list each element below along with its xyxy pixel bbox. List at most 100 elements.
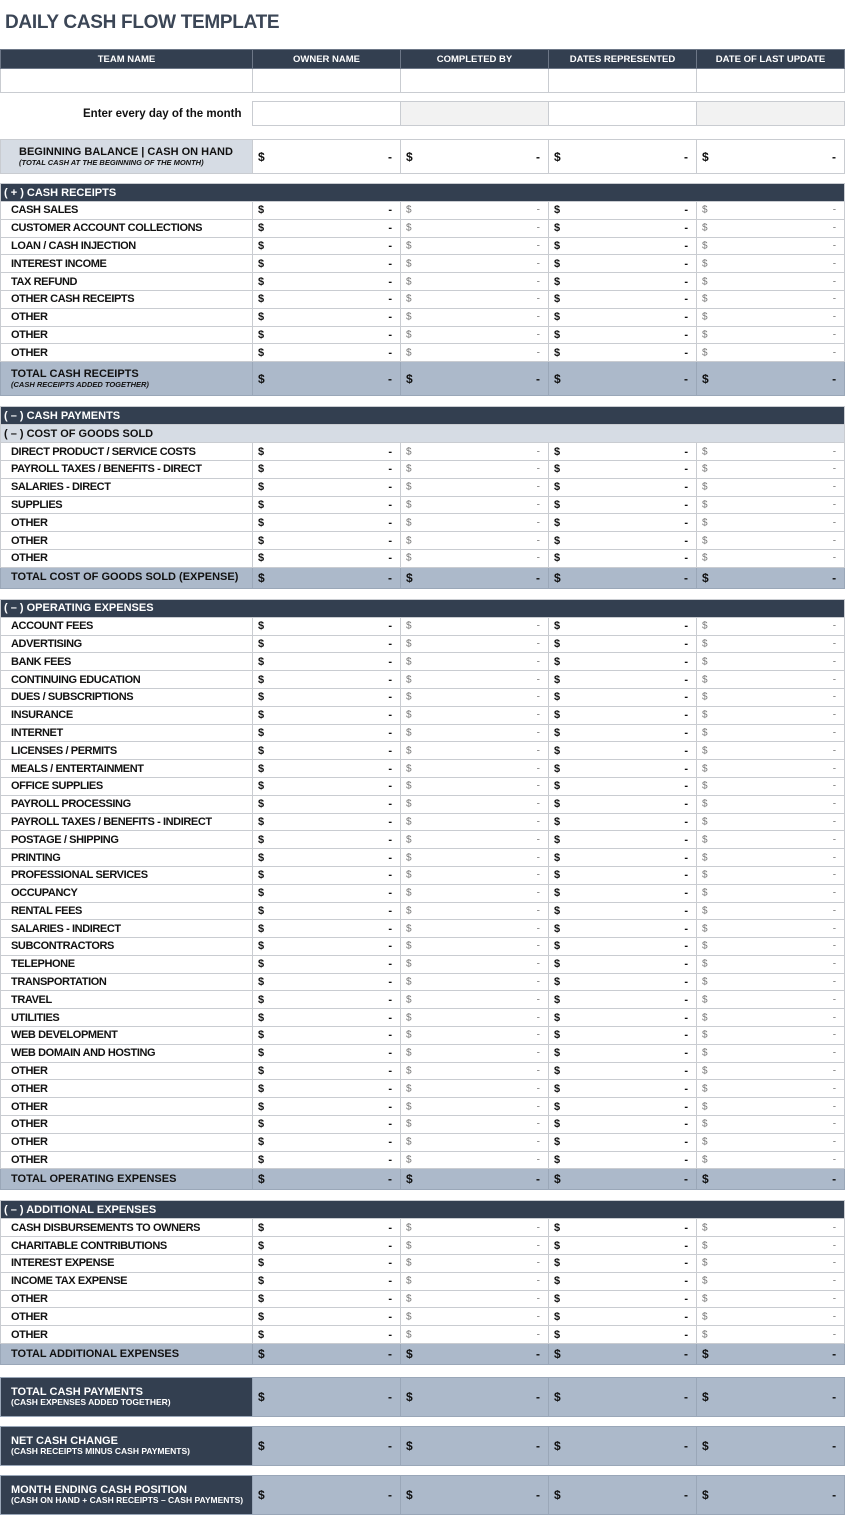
amount-cell[interactable]: $ -	[548, 566, 697, 589]
amount-cell[interactable]: $ -	[252, 1307, 401, 1327]
amount-cell[interactable]: $ -	[548, 361, 697, 397]
amount-cell[interactable]: $ -	[400, 1115, 549, 1134]
amount-cell[interactable]: $ -	[252, 759, 401, 778]
amount-cell[interactable]: $ -	[252, 325, 401, 345]
amount-cell[interactable]: $ -	[252, 794, 401, 814]
amount-cell[interactable]: $ -	[400, 325, 549, 345]
amount-cell[interactable]: $ -	[548, 616, 697, 636]
amount-cell[interactable]: $ -	[252, 723, 401, 743]
amount-cell[interactable]: $ -	[548, 1426, 697, 1467]
amount-cell[interactable]: $ -	[400, 254, 549, 274]
amount-cell[interactable]: $ -	[252, 1097, 401, 1117]
amount-cell[interactable]: $ -	[252, 1426, 401, 1467]
amount-cell[interactable]: $ -	[695, 218, 845, 238]
amount-cell[interactable]: $ -	[695, 901, 845, 921]
amount-cell[interactable]: $ -	[400, 990, 549, 1010]
amount-cell[interactable]: $ -	[252, 513, 401, 533]
amount-cell[interactable]: $ -	[400, 343, 549, 363]
amount-cell[interactable]: $ -	[548, 1218, 697, 1238]
amount-cell[interactable]: $ -	[400, 848, 549, 867]
amount-cell[interactable]: $ -	[695, 548, 845, 568]
amount-cell[interactable]: $ -	[400, 477, 549, 497]
amount-cell[interactable]: $ -	[548, 901, 697, 921]
amount-cell[interactable]: $ -	[695, 1097, 845, 1117]
amount-cell[interactable]: $ -	[400, 236, 549, 256]
amount-cell[interactable]: $ -	[695, 325, 845, 345]
amount-cell[interactable]: $ -	[400, 548, 549, 568]
amount-cell[interactable]: $ -	[400, 634, 549, 654]
amount-cell[interactable]: $ -	[400, 1475, 549, 1516]
amount-cell[interactable]: $ -	[548, 848, 697, 867]
amount-cell[interactable]: $ -	[695, 1377, 845, 1418]
amount-cell[interactable]: $ -	[695, 1115, 845, 1134]
amount-cell[interactable]: $ -	[695, 705, 845, 725]
amount-cell[interactable]: $ -	[548, 1079, 697, 1099]
amount-cell[interactable]: $ -	[252, 972, 401, 992]
amount-cell[interactable]: $ -	[400, 687, 549, 707]
amount-cell[interactable]: $ -	[548, 1097, 697, 1117]
amount-cell[interactable]: $ -	[252, 548, 401, 568]
amount-cell[interactable]: $ -	[252, 254, 401, 274]
amount-cell[interactable]: $ -	[400, 883, 549, 903]
amount-cell[interactable]: $ -	[252, 937, 401, 956]
amount-cell[interactable]: $ -	[695, 531, 845, 550]
amount-cell[interactable]: $ -	[695, 1475, 845, 1516]
amount-cell[interactable]: $ -	[548, 495, 697, 515]
amount-cell[interactable]: $ -	[695, 919, 845, 939]
amount-cell[interactable]: $ -	[548, 1150, 697, 1170]
amount-cell[interactable]: $ -	[400, 670, 549, 689]
amount-cell[interactable]: $ -	[548, 1271, 697, 1291]
amount-cell[interactable]: $ -	[695, 495, 845, 515]
amount-cell[interactable]: $ -	[695, 1043, 845, 1063]
amount-cell[interactable]: $ -	[400, 652, 549, 672]
amount-cell[interactable]: $ -	[548, 954, 697, 974]
amount-cell[interactable]: $ -	[400, 1236, 549, 1256]
amount-cell[interactable]: $ -	[252, 1325, 401, 1345]
amount-cell[interactable]: $ -	[252, 1132, 401, 1152]
owner-name-cell[interactable]	[252, 68, 401, 93]
amount-cell[interactable]: $ -	[252, 1026, 401, 1045]
amount-cell[interactable]: $ -	[695, 830, 845, 850]
amount-cell[interactable]: $ -	[548, 1475, 697, 1516]
amount-cell[interactable]: $ -	[548, 687, 697, 707]
amount-cell[interactable]: $ -	[548, 1043, 697, 1063]
amount-cell[interactable]: $ -	[252, 1254, 401, 1273]
amount-cell[interactable]: $ -	[400, 289, 549, 309]
amount-cell[interactable]: $ -	[548, 513, 697, 533]
amount-cell[interactable]: $ -	[400, 218, 549, 238]
amount-cell[interactable]: $ -	[695, 1426, 845, 1467]
amount-cell[interactable]: $ -	[548, 1325, 697, 1345]
amount-cell[interactable]: $ -	[252, 901, 401, 921]
amount-cell[interactable]: $ -	[695, 723, 845, 743]
amount-cell[interactable]: $ -	[400, 531, 549, 550]
amount-cell[interactable]: $ -	[548, 272, 697, 291]
amount-cell[interactable]: $ -	[548, 1307, 697, 1327]
amount-cell[interactable]: $ -	[252, 883, 401, 903]
amount-cell[interactable]: $ -	[548, 759, 697, 778]
completed-by-cell[interactable]	[400, 68, 549, 93]
amount-cell[interactable]: $ -	[252, 1079, 401, 1099]
amount-cell[interactable]: $ -	[252, 687, 401, 707]
amount-cell[interactable]: $ -	[400, 1026, 549, 1045]
amount-cell[interactable]: $ -	[400, 954, 549, 974]
amount-cell[interactable]: $ -	[695, 1079, 845, 1099]
amount-cell[interactable]: $ -	[252, 919, 401, 939]
amount-cell[interactable]: $ -	[548, 139, 697, 174]
amount-cell[interactable]: $ -	[252, 1008, 401, 1028]
amount-cell[interactable]: $ -	[695, 848, 845, 867]
amount-cell[interactable]: $ -	[252, 634, 401, 654]
amount-cell[interactable]: $ -	[695, 442, 845, 461]
entry-cell[interactable]	[695, 101, 845, 126]
dates-represented-cell[interactable]	[548, 68, 697, 93]
amount-cell[interactable]: $ -	[400, 1150, 549, 1170]
amount-cell[interactable]: $ -	[252, 776, 401, 796]
amount-cell[interactable]: $ -	[252, 830, 401, 850]
amount-cell[interactable]: $ -	[400, 272, 549, 291]
amount-cell[interactable]: $ -	[548, 325, 697, 345]
amount-cell[interactable]: $ -	[252, 1271, 401, 1291]
amount-cell[interactable]: $ -	[400, 1307, 549, 1327]
amount-cell[interactable]: $ -	[548, 883, 697, 903]
amount-cell[interactable]: $ -	[252, 218, 401, 238]
amount-cell[interactable]: $ -	[252, 459, 401, 479]
amount-cell[interactable]: $ -	[695, 1307, 845, 1327]
